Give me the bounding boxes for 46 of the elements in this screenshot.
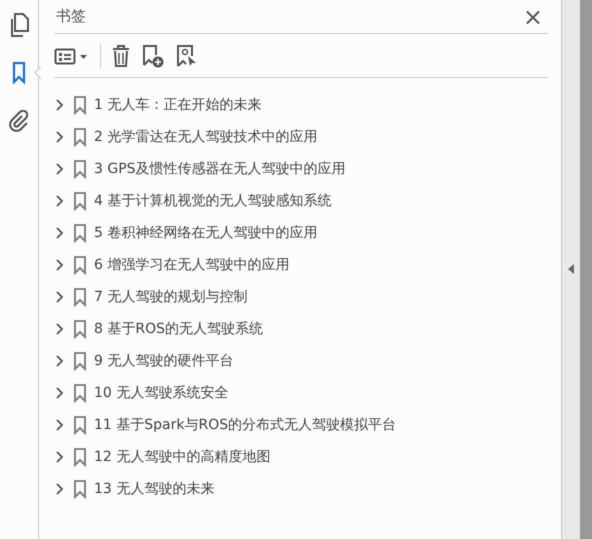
bookmark-icon — [74, 384, 86, 402]
bookmark-icon — [74, 128, 86, 146]
bookmark-item[interactable]: 1 无人车：正在开始的未来 — [94, 96, 262, 114]
bookmark-icon — [74, 192, 86, 210]
bookmark-item[interactable]: 9 无人驾驶的硬件平台 — [94, 352, 234, 370]
bookmark-item[interactable]: 8 基于ROS的无人驾驶系统 — [94, 320, 263, 338]
panel-title: 书签 — [55, 7, 86, 26]
bookmark-icon — [74, 96, 86, 114]
delete-icon[interactable] — [111, 44, 131, 68]
expand-chevron-icon[interactable] — [56, 99, 64, 111]
bookmark-icon — [74, 288, 86, 306]
collapse-arrow-icon[interactable] — [568, 264, 574, 274]
bookmark-icon — [74, 480, 86, 498]
expand-chevron-icon[interactable] — [56, 323, 64, 335]
expand-chevron-icon[interactable] — [56, 163, 64, 175]
bookmark-item[interactable]: 11 基于Spark与ROS的分布式无人驾驶模拟平台 — [94, 416, 396, 434]
expand-chevron-icon[interactable] — [56, 419, 64, 431]
expand-chevron-icon[interactable] — [56, 387, 64, 399]
bookmark-icon — [74, 352, 86, 370]
expand-chevron-icon[interactable] — [56, 355, 64, 367]
bookmark-icon — [74, 256, 86, 274]
add-bookmark-icon[interactable] — [141, 44, 165, 68]
expand-chevron-icon[interactable] — [56, 451, 64, 463]
expand-chevron-icon[interactable] — [56, 227, 64, 239]
expand-chevron-icon[interactable] — [56, 259, 64, 271]
expand-chevron-icon[interactable] — [56, 291, 64, 303]
bookmark-item[interactable]: 13 无人驾驶的未来 — [94, 480, 214, 498]
expand-chevron-icon[interactable] — [56, 483, 64, 495]
bookmark-item[interactable]: 4 基于计算机视觉的无人驾驶感知系统 — [94, 192, 332, 210]
bookmark-item[interactable]: 12 无人驾驶中的高精度地图 — [94, 448, 270, 466]
bookmark-icon — [74, 320, 86, 338]
close-button[interactable]: × — [518, 4, 548, 28]
bookmark-icon — [74, 416, 86, 434]
bookmark-item[interactable]: 10 无人驾驶系统安全 — [94, 384, 228, 402]
bookmark-icon — [74, 448, 86, 466]
paperclip-icon[interactable] — [7, 108, 31, 134]
bookmark-item[interactable]: 2 光学雷达在无人驾驶技术中的应用 — [94, 128, 318, 146]
bookmark-item[interactable]: 5 卷积神经网络在无人驾驶中的应用 — [94, 224, 318, 242]
options-menu-button[interactable] — [54, 46, 90, 66]
bookmark-item[interactable]: 3 GPS及惯性传感器在无人驾驶中的应用 — [94, 160, 346, 178]
bookmark-item[interactable]: 6 增强学习在无人驾驶中的应用 — [94, 256, 290, 274]
bookmark-icon — [74, 224, 86, 242]
expand-chevron-icon[interactable] — [56, 195, 64, 207]
expand-chevron-icon[interactable] — [56, 131, 64, 143]
bookmark-icon — [74, 160, 86, 178]
bookmark-item[interactable]: 7 无人驾驶的规划与控制 — [94, 288, 248, 306]
